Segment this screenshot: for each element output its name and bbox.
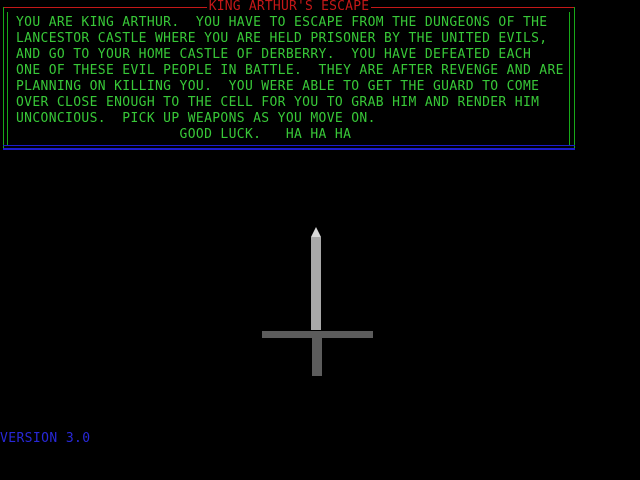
story-line: ONE OF THESE EVIL PEOPLE IN BATTLE. THEY… (16, 63, 564, 78)
story-line: OVER CLOSE ENOUGH TO THE CELL FOR YOU TO… (16, 95, 540, 110)
story-text: YOU ARE KING ARTHUR. YOU HAVE TO ESCAPE … (16, 15, 566, 143)
game-title: KING ARTHUR'S ESCAPE (3, 0, 575, 14)
sword-tip (311, 227, 321, 237)
game-title-text: KING ARTHUR'S ESCAPE (206, 0, 372, 14)
sword-crossguard (262, 331, 373, 338)
panel-right-border-inner (569, 12, 570, 145)
version-label: VERSION 3.0 (0, 431, 91, 446)
sword-blade (311, 237, 321, 330)
story-line: PLANNING ON KILLING YOU. YOU WERE ABLE T… (16, 79, 540, 94)
sword-hilt (312, 338, 322, 376)
sword-icon (262, 227, 373, 376)
good-luck-line: GOOD LUCK. HA HA HA (16, 127, 352, 142)
story-line: LANCESTOR CASTLE WHERE YOU ARE HELD PRIS… (16, 31, 548, 46)
story-line: UNCONCIOUS. PICK UP WEAPONS AS YOU MOVE … (16, 111, 376, 126)
panel-bottom-border-inner (3, 145, 575, 146)
panel-right-border-outer (574, 7, 575, 148)
panel-left-border-inner (7, 12, 8, 145)
panel-bottom-border-outer (3, 148, 575, 150)
intro-panel: KING ARTHUR'S ESCAPE YOU ARE KING ARTHUR… (3, 0, 575, 150)
story-line: AND GO TO YOUR HOME CASTLE OF DERBERRY. … (16, 47, 532, 62)
panel-left-border-outer (3, 7, 4, 148)
story-line: YOU ARE KING ARTHUR. YOU HAVE TO ESCAPE … (16, 15, 548, 30)
